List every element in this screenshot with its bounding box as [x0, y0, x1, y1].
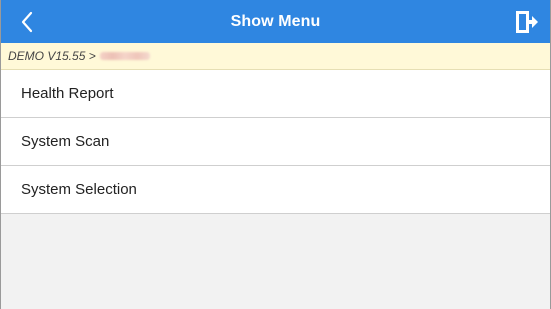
- app-window: Show Menu DEMO V15.55 > Health Report Sy…: [0, 0, 551, 309]
- menu-item-system-scan[interactable]: System Scan: [1, 118, 550, 166]
- menu-list: Health Report System Scan System Selecti…: [1, 70, 550, 214]
- breadcrumb: DEMO V15.55 >: [1, 43, 550, 70]
- exit-button[interactable]: [512, 8, 540, 36]
- chevron-left-icon: [21, 11, 33, 33]
- page-title: Show Menu: [230, 12, 321, 30]
- menu-item-label: System Selection: [21, 181, 137, 198]
- exit-door-icon: [516, 11, 538, 33]
- menu-item-label: System Scan: [21, 133, 110, 150]
- breadcrumb-text: DEMO V15.55 >: [8, 49, 96, 63]
- redacted-vin: [99, 52, 150, 60]
- menu-item-health-report[interactable]: Health Report: [1, 70, 550, 118]
- top-bar: Show Menu: [1, 0, 550, 43]
- back-button[interactable]: [15, 9, 39, 35]
- menu-item-label: Health Report: [21, 85, 114, 102]
- menu-item-system-selection[interactable]: System Selection: [1, 166, 550, 214]
